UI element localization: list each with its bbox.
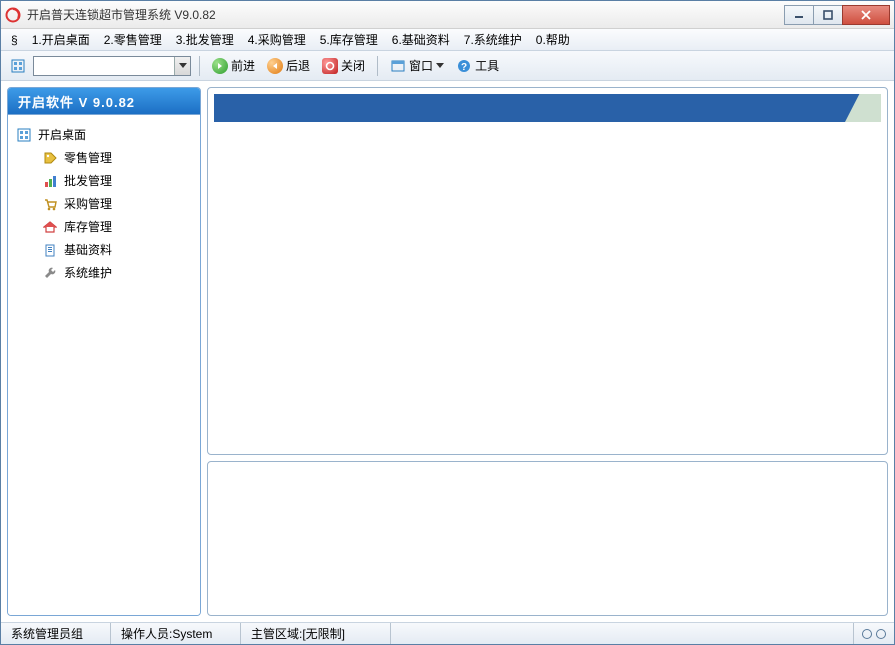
sidebar-item-label: 基础资料	[64, 241, 112, 258]
forward-label: 前进	[231, 57, 255, 74]
close-button[interactable]	[842, 5, 890, 25]
close-tab-label: 关闭	[341, 57, 365, 74]
svg-text:?: ?	[461, 62, 467, 73]
sidebar-header: 开启软件 V 9.0.82	[8, 88, 200, 114]
main-panel	[207, 87, 888, 455]
status-operator: 操作人员:System	[111, 623, 241, 644]
sidebar-item-inventory[interactable]: 库存管理	[14, 215, 194, 238]
menu-help[interactable]: 0.帮助	[530, 29, 576, 50]
tools-label: 工具	[475, 57, 499, 74]
menu-retail[interactable]: 2.零售管理	[98, 29, 168, 50]
tree-root-label: 开启桌面	[38, 126, 86, 143]
back-label: 后退	[286, 57, 310, 74]
panel-header-band	[214, 94, 881, 122]
cart-icon	[42, 196, 58, 212]
chevron-down-icon	[436, 63, 444, 68]
sidebar-item-retail[interactable]: 零售管理	[14, 146, 194, 169]
dropdown-arrow-icon	[174, 57, 190, 75]
status-spacer	[391, 623, 854, 644]
window-menu-label: 窗口	[409, 57, 433, 74]
tools-button[interactable]: ? 工具	[452, 55, 503, 76]
menu-bar: § 1.开启桌面 2.零售管理 3.批发管理 4.采购管理 5.库存管理 6.基…	[1, 29, 894, 51]
sidebar-tree: 开启桌面 零售管理 批发管理 采购管理 库存管理	[8, 114, 200, 615]
menu-sysmaint[interactable]: 7.系统维护	[458, 29, 528, 50]
tags-icon	[42, 150, 58, 166]
menu-wholesale[interactable]: 3.批发管理	[170, 29, 240, 50]
content-area	[207, 87, 888, 616]
tree-root[interactable]: 开启桌面	[14, 123, 194, 146]
sidebar-item-label: 零售管理	[64, 149, 112, 166]
app-icon	[5, 7, 21, 23]
status-region: 主管区域:[无限制]	[241, 623, 391, 644]
sidebar-item-sysmaint[interactable]: 系统维护	[14, 261, 194, 284]
toolbar-separator	[199, 56, 200, 76]
title-bar: 开启普天连锁超市管理系统 V9.0.82	[1, 1, 894, 29]
desktop-icon	[16, 127, 32, 143]
close-tab-button[interactable]: 关闭	[318, 55, 369, 76]
back-button[interactable]: 后退	[263, 55, 314, 76]
home-icon	[42, 219, 58, 235]
forward-icon	[212, 58, 228, 74]
grid-icon-button[interactable]	[7, 55, 29, 77]
window-icon	[390, 58, 406, 74]
menu-desktop[interactable]: 1.开启桌面	[26, 29, 96, 50]
indicator-icon	[876, 629, 886, 639]
status-group: 系统管理员组	[1, 623, 111, 644]
forward-button[interactable]: 前进	[208, 55, 259, 76]
bars-icon	[42, 173, 58, 189]
sidebar-item-label: 批发管理	[64, 172, 112, 189]
body-area: 开启软件 V 9.0.82 开启桌面 零售管理 批发管理 采购管理	[1, 81, 894, 622]
help-icon: ?	[456, 58, 472, 74]
back-icon	[267, 58, 283, 74]
toolbar: 前进 后退 关闭 窗口 ? 工具	[1, 51, 894, 81]
sidebar-item-label: 系统维护	[64, 264, 112, 281]
app-window: 开启普天连锁超市管理系统 V9.0.82 § 1.开启桌面 2.零售管理 3.批…	[0, 0, 895, 645]
minimize-button[interactable]	[784, 5, 814, 25]
window-menu-button[interactable]: 窗口	[386, 55, 448, 76]
doc-icon	[42, 242, 58, 258]
status-indicators	[854, 623, 894, 644]
menu-section[interactable]: §	[5, 31, 24, 49]
menu-purchase[interactable]: 4.采购管理	[242, 29, 312, 50]
toolbar-combo[interactable]	[33, 56, 191, 76]
bottom-panel	[207, 461, 888, 616]
toolbar-separator	[377, 56, 378, 76]
sidebar-item-purchase[interactable]: 采购管理	[14, 192, 194, 215]
window-controls	[785, 5, 890, 25]
window-title: 开启普天连锁超市管理系统 V9.0.82	[27, 6, 785, 23]
indicator-icon	[862, 629, 872, 639]
menu-basedata[interactable]: 6.基础资料	[386, 29, 456, 50]
maximize-button[interactable]	[813, 5, 843, 25]
sidebar-item-wholesale[interactable]: 批发管理	[14, 169, 194, 192]
wrench-icon	[42, 265, 58, 281]
sidebar-item-label: 采购管理	[64, 195, 112, 212]
grid-icon	[11, 59, 25, 73]
stop-icon	[322, 58, 338, 74]
menu-inventory[interactable]: 5.库存管理	[314, 29, 384, 50]
sidebar-item-label: 库存管理	[64, 218, 112, 235]
sidebar: 开启软件 V 9.0.82 开启桌面 零售管理 批发管理 采购管理	[7, 87, 201, 616]
sidebar-item-basedata[interactable]: 基础资料	[14, 238, 194, 261]
status-bar: 系统管理员组 操作人员:System 主管区域:[无限制]	[1, 622, 894, 644]
